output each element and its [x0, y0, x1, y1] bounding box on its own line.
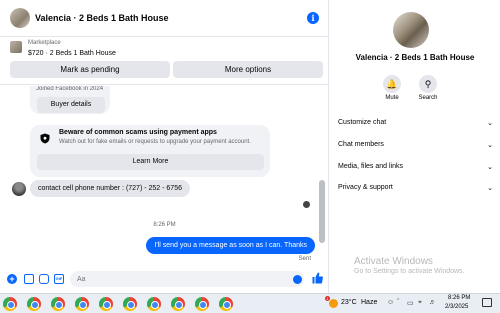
media-files-links-row[interactable]: Media, files and links ⌄ [338, 163, 493, 177]
message-timestamp: 8:26 PM [153, 222, 176, 228]
chrome-icon[interactable] [75, 297, 89, 311]
composer: + GIF [0, 268, 329, 290]
search-button[interactable]: ⚲ Search [408, 75, 448, 101]
like-icon[interactable] [312, 272, 323, 284]
row-label: Customize chat [338, 119, 387, 126]
chrome-icon[interactable] [99, 297, 113, 311]
incoming-message[interactable]: contact cell phone number : (727) - 252 … [30, 180, 190, 197]
scrollbar-thumb[interactable] [319, 180, 325, 243]
listing-thumbnail[interactable] [10, 41, 22, 53]
row-label: Privacy & support [338, 184, 393, 191]
chrome-icon[interactable] [51, 297, 65, 311]
chrome-icon[interactable] [3, 297, 17, 311]
chrome-icon[interactable] [27, 297, 41, 311]
outgoing-message[interactable]: I'll send you a message as soon as I can… [146, 237, 315, 254]
joined-text: Joined Facebook in 2024 [36, 86, 104, 92]
row-label: Media, files and links [338, 163, 403, 170]
chrome-icon[interactable] [147, 297, 161, 311]
notification-icon[interactable] [482, 298, 492, 307]
people-icon[interactable]: ☺ [387, 299, 394, 306]
mute-label: Mute [385, 95, 399, 101]
row-label: Chat members [338, 141, 384, 148]
chevron-down-icon: ⌄ [487, 120, 493, 127]
chrome-icon[interactable] [219, 297, 233, 311]
more-options-button[interactable]: More options [173, 61, 323, 78]
weather-condition[interactable]: Haze [361, 299, 377, 306]
scam-warning-subtitle: Watch out for fake emails or requests to… [59, 139, 251, 145]
chat-avatar[interactable] [10, 8, 30, 28]
bell-icon: 🔔 [383, 75, 401, 93]
conversation-details-panel: Valencia · 2 Beds 1 Bath House 🔔 Mute ⚲ … [330, 0, 500, 293]
taskbar: 1 23°C Haze ☺ ˆ ▭ ⌖ ♬ 8:26 PM 2/3/2025 [0, 293, 500, 313]
chrome-icon[interactable] [195, 297, 209, 311]
chat-title[interactable]: Valencia · 2 Beds 1 Bath House [35, 13, 169, 23]
message-status: Sent [298, 256, 311, 262]
message-scrollbar[interactable] [319, 92, 325, 252]
listing-title[interactable]: $720 · 2 Beds 1 Bath House [28, 50, 116, 57]
message-input[interactable] [70, 271, 304, 287]
conversation-title: Valencia · 2 Beds 1 Bath House [355, 53, 475, 62]
emoji-icon[interactable] [293, 275, 302, 284]
mark-as-pending-button[interactable]: Mark as pending [10, 61, 170, 78]
weather-temperature[interactable]: 23°C [341, 299, 357, 306]
search-icon: ⚲ [419, 75, 437, 93]
volume-icon[interactable]: ♬ [429, 299, 436, 306]
chevron-down-icon: ⌄ [487, 164, 493, 171]
chevron-up-icon[interactable]: ˆ [397, 299, 399, 306]
clock-date[interactable]: 2/3/2025 [445, 304, 468, 310]
activate-windows-watermark: Activate Windows [354, 256, 433, 267]
activate-windows-subtext: Go to Settings to activate Windows. [354, 268, 465, 275]
chrome-icon[interactable] [171, 297, 185, 311]
chat-header: Valencia · 2 Beds 1 Bath House i [0, 0, 329, 37]
chrome-icon[interactable] [123, 297, 137, 311]
search-label: Search [418, 95, 438, 101]
seen-indicator-avatar [303, 201, 310, 208]
conversation-avatar[interactable] [393, 12, 429, 48]
weather-badge: 1 [325, 296, 330, 301]
info-icon[interactable]: i [307, 12, 319, 24]
weather-icon[interactable] [329, 299, 338, 308]
sticker-icon[interactable] [39, 274, 49, 284]
chevron-down-icon: ⌄ [487, 142, 493, 149]
scam-warning-title: Beware of common scams using payment app… [59, 129, 217, 136]
chevron-down-icon: ⌄ [487, 185, 493, 192]
buyer-details-button[interactable]: Buyer details [37, 97, 105, 113]
battery-icon[interactable]: ▭ [407, 299, 414, 307]
customize-chat-row[interactable]: Customize chat ⌄ [338, 119, 493, 133]
privacy-support-row[interactable]: Privacy & support ⌄ [338, 184, 493, 198]
shield-icon [40, 133, 50, 144]
chat-members-row[interactable]: Chat members ⌄ [338, 141, 493, 155]
plus-icon[interactable]: + [7, 274, 17, 284]
clock-time[interactable]: 8:26 PM [448, 295, 470, 301]
photo-icon[interactable] [24, 274, 34, 284]
sender-avatar[interactable] [12, 182, 26, 196]
chat-panel: Valencia · 2 Beds 1 Bath House i Marketp… [0, 0, 329, 293]
learn-more-button[interactable]: Learn More [37, 154, 264, 170]
gif-icon[interactable]: GIF [54, 274, 64, 284]
mute-button[interactable]: 🔔 Mute [372, 75, 412, 101]
listing-bar: Marketplace $720 · 2 Beds 1 Bath House M… [0, 37, 329, 85]
network-icon[interactable]: ⌖ [418, 299, 422, 307]
listing-category: Marketplace [28, 40, 61, 46]
message-list[interactable]: Joined Facebook in 2024 Buyer details Be… [0, 86, 329, 268]
